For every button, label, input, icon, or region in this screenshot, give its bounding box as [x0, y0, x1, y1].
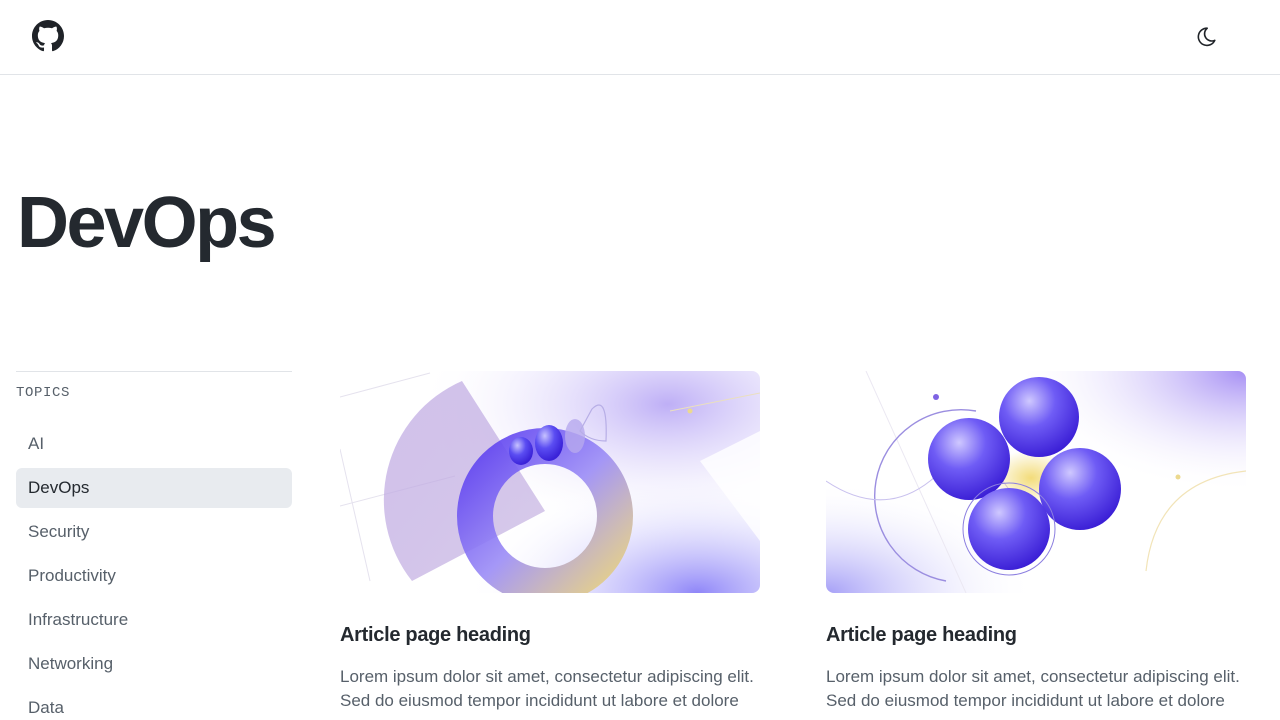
article-heading[interactable]: Article page heading [826, 622, 1246, 648]
article-thumbnail[interactable] [826, 371, 1246, 593]
article-card[interactable]: Article page heading Lorem ipsum dolor s… [340, 371, 760, 713]
sidebar-divider [16, 371, 292, 372]
page-title: DevOps [17, 183, 277, 263]
article-excerpt: Lorem ipsum dolor sit amet, consectetur … [340, 665, 760, 713]
article-heading[interactable]: Article page heading [340, 622, 760, 648]
moon-icon[interactable] [1194, 25, 1218, 49]
sidebar-item-productivity[interactable]: Productivity [16, 556, 292, 596]
article-excerpt-line: Lorem ipsum dolor sit amet, consectetur … [340, 667, 754, 686]
sidebar-item-data[interactable]: Data [16, 688, 292, 720]
abstract-illustration [340, 371, 760, 593]
sidebar-item-infrastructure[interactable]: Infrastructure [16, 600, 292, 640]
github-icon[interactable] [32, 20, 64, 52]
article-excerpt-line: Sed do eiusmod tempor incididunt ut labo… [826, 691, 1225, 710]
article-card[interactable]: Article page heading Lorem ipsum dolor s… [826, 371, 1246, 713]
sidebar-item-networking[interactable]: Networking [16, 644, 292, 684]
sidebar-item-devops[interactable]: DevOps [16, 468, 292, 508]
sidebar-heading: TOPICS [16, 385, 71, 401]
sidebar-item-security[interactable]: Security [16, 512, 292, 552]
topic-list: AI DevOps Security Productivity Infrastr… [16, 424, 292, 720]
sidebar-item-ai[interactable]: AI [16, 424, 292, 464]
article-excerpt-line: Lorem ipsum dolor sit amet, consectetur … [826, 667, 1240, 686]
topics-sidebar: TOPICS AI DevOps Security Productivity I… [16, 371, 292, 720]
article-excerpt-line: Sed do eiusmod tempor incididunt ut labo… [340, 691, 739, 710]
top-header [0, 0, 1280, 75]
article-thumbnail[interactable] [340, 371, 760, 593]
abstract-illustration [826, 371, 1246, 593]
article-excerpt: Lorem ipsum dolor sit amet, consectetur … [826, 665, 1246, 713]
